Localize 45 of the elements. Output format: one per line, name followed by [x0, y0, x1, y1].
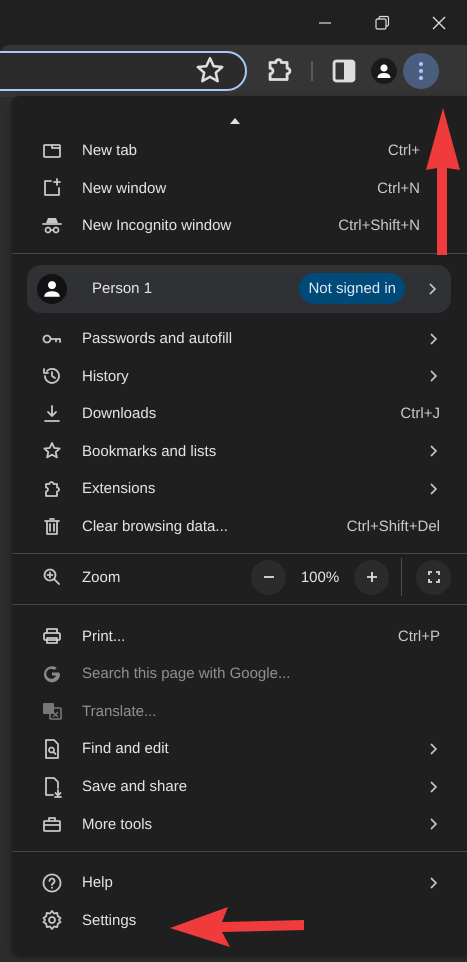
shortcut-text: Ctrl+N	[377, 180, 420, 197]
menu-item[interactable]: Passwords and autofill	[12, 320, 467, 358]
menu-item: Translate...	[12, 692, 467, 730]
scroll-up-caret-icon	[230, 118, 240, 124]
menu-item[interactable]: History	[12, 357, 467, 395]
address-bar[interactable]	[0, 51, 247, 91]
shortcut-text: Ctrl+P	[398, 628, 440, 645]
menu-item[interactable]: Clear browsing data... Ctrl+Shift+Del	[12, 508, 467, 546]
profile-row[interactable]: Person 1 Not signed in	[27, 264, 451, 313]
zoom-in-button[interactable]	[354, 560, 389, 595]
menu-item[interactable]: Find and edit	[12, 730, 467, 768]
zoom-level: 100%	[300, 568, 340, 586]
menu-item[interactable]: New tab Ctrl+	[12, 132, 467, 170]
menu-item[interactable]: Downloads Ctrl+J	[12, 394, 467, 433]
minus-icon	[264, 576, 274, 578]
menu-item[interactable]: New window Ctrl+N	[12, 170, 467, 208]
sign-in-status: Not signed in	[299, 273, 405, 304]
fullscreen-icon	[426, 570, 440, 584]
menu-item[interactable]: Save and share	[12, 768, 467, 806]
menu-item[interactable]: Settings	[12, 902, 467, 940]
minimize-icon	[318, 22, 330, 24]
close-icon	[430, 14, 446, 30]
menu-item[interactable]: Extensions	[12, 470, 467, 508]
menu-item[interactable]: Help	[12, 864, 467, 902]
menu-item[interactable]: More tools	[12, 805, 467, 843]
help-icon	[40, 870, 64, 895]
plus-icon	[364, 570, 378, 584]
menu-item[interactable]: New Incognito window Ctrl+Shift+N	[12, 207, 467, 245]
fullscreen-button[interactable]	[416, 560, 451, 595]
profile-button[interactable]	[371, 58, 397, 84]
zoom-label: Zoom	[82, 568, 120, 586]
menu-button[interactable]	[403, 53, 439, 89]
person-icon	[42, 278, 62, 299]
menu-item[interactable]: Bookmarks and lists	[12, 432, 467, 470]
shortcut-text: Ctrl+Shift+Del	[346, 518, 440, 536]
menu-item[interactable]: Print... Ctrl+P	[12, 617, 467, 655]
settings-icon	[40, 908, 64, 932]
restore-icon	[374, 14, 390, 30]
shortcut-text: Ctrl+Shift+N	[338, 217, 420, 234]
menu-item: Search this page with Google...	[12, 654, 467, 693]
shortcut-text: Ctrl+	[388, 142, 420, 160]
profile-name: Person 1	[92, 280, 152, 298]
person-icon	[375, 62, 393, 80]
shortcut-text: Ctrl+J	[400, 405, 440, 422]
kebab-menu-icon	[418, 61, 424, 81]
